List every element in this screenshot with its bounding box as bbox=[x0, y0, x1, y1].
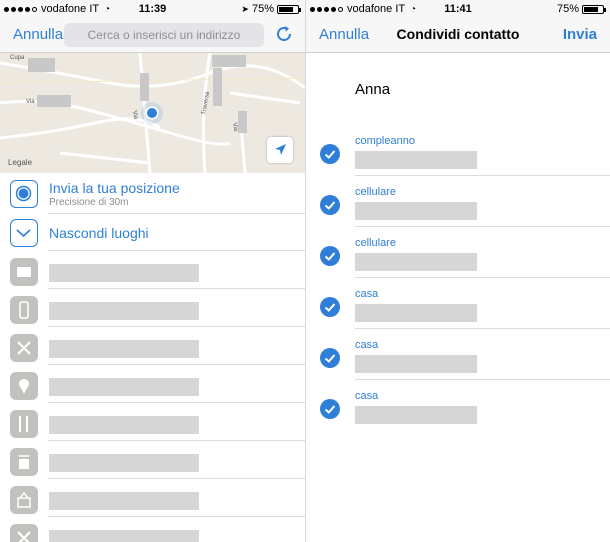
checkmark-icon[interactable] bbox=[320, 195, 340, 215]
place-name-redacted bbox=[49, 378, 199, 396]
place-name-redacted bbox=[49, 454, 199, 472]
checkmark-icon[interactable] bbox=[320, 297, 340, 317]
map-label: Traversa bbox=[201, 91, 211, 116]
place-name-redacted bbox=[49, 340, 199, 358]
theater-icon bbox=[10, 258, 38, 286]
field-label: cellulare bbox=[355, 186, 396, 198]
legal-link[interactable]: Legale bbox=[8, 158, 32, 167]
drink-icon bbox=[10, 296, 38, 324]
place-row[interactable] bbox=[0, 517, 305, 542]
map-view[interactable]: Cupa Via Via Traversa Via Legale bbox=[0, 53, 305, 173]
place-row[interactable] bbox=[0, 403, 305, 441]
status-bar: vodafone IT ◔ 11:39 ➤ 75% bbox=[0, 0, 305, 18]
current-location-dot bbox=[147, 108, 157, 118]
nav-bar: Annulla Condividi contatto Invia bbox=[306, 18, 610, 53]
current-location-icon bbox=[10, 180, 38, 208]
field-label: compleanno bbox=[355, 135, 415, 147]
cancel-button[interactable]: Annulla bbox=[13, 26, 63, 43]
accuracy-label: Precisione di 30m bbox=[49, 197, 129, 208]
place-name-redacted bbox=[49, 492, 199, 510]
send-location-row[interactable]: Invia la tua posizione Precisione di 30m bbox=[0, 173, 305, 214]
map-label: Via bbox=[231, 122, 239, 132]
restaurant-icon bbox=[10, 410, 38, 438]
place-row[interactable] bbox=[0, 251, 305, 289]
location-arrow-icon bbox=[275, 144, 286, 155]
grocery-icon bbox=[10, 486, 38, 514]
field-label: cellulare bbox=[355, 237, 396, 249]
checkmark-icon[interactable] bbox=[320, 246, 340, 266]
place-name-redacted bbox=[49, 530, 199, 542]
checkmark-icon[interactable] bbox=[320, 399, 340, 419]
field-value-redacted bbox=[355, 151, 477, 169]
share-location-screen: vodafone IT ◔ 11:39 ➤ 75% Annulla Cerca … bbox=[0, 0, 305, 542]
place-row[interactable] bbox=[0, 365, 305, 403]
battery-icon bbox=[277, 4, 301, 14]
refresh-icon[interactable] bbox=[273, 23, 295, 45]
field-value-redacted bbox=[355, 355, 477, 373]
share-contact-screen: vodafone IT ◔ 11:41 75% Annulla Condivid… bbox=[305, 0, 610, 542]
field-value-redacted bbox=[355, 406, 477, 424]
pin-icon bbox=[10, 372, 38, 400]
place-row[interactable] bbox=[0, 289, 305, 327]
send-button[interactable]: Invia bbox=[563, 26, 597, 43]
field-label: casa bbox=[355, 339, 379, 351]
hide-places-title: Nascondi luoghi bbox=[49, 225, 149, 241]
field-value-redacted bbox=[355, 202, 477, 220]
field-value-redacted bbox=[355, 253, 477, 271]
contact-name: Anna bbox=[355, 81, 391, 98]
place-name-redacted bbox=[49, 264, 199, 282]
checkmark-icon[interactable] bbox=[320, 144, 340, 164]
locate-me-button[interactable] bbox=[267, 137, 293, 163]
map-label: Cupa bbox=[10, 55, 25, 61]
checkmark-icon[interactable] bbox=[320, 348, 340, 368]
field-label: casa bbox=[355, 390, 379, 402]
field-label: casa bbox=[355, 288, 379, 300]
place-row[interactable] bbox=[0, 479, 305, 517]
search-input[interactable]: Cerca o inserisci un indirizzo bbox=[64, 23, 264, 47]
map-roads: Cupa Via Via Traversa Via bbox=[0, 53, 305, 173]
location-services-icon: ➤ bbox=[241, 3, 249, 14]
place-name-redacted bbox=[49, 416, 199, 434]
field-value-redacted bbox=[355, 304, 477, 322]
nav-bar: Annulla Cerca o inserisci un indirizzo bbox=[0, 18, 305, 53]
place-row[interactable] bbox=[0, 327, 305, 365]
place-row[interactable] bbox=[0, 441, 305, 479]
tools-icon bbox=[10, 334, 38, 362]
send-location-title: Invia la tua posizione bbox=[49, 180, 180, 196]
hide-places-row[interactable]: Nascondi luoghi bbox=[0, 214, 305, 251]
map-label: Via bbox=[26, 99, 35, 105]
tools-icon bbox=[10, 524, 38, 542]
coffee-icon bbox=[10, 448, 38, 476]
status-bar: vodafone IT ◔ 11:41 75% bbox=[306, 0, 610, 18]
chevron-down-icon bbox=[10, 219, 38, 247]
battery-icon bbox=[582, 4, 606, 14]
place-name-redacted bbox=[49, 302, 199, 320]
battery-percent: 75% bbox=[251, 3, 274, 15]
battery-percent: 75% bbox=[556, 3, 579, 15]
